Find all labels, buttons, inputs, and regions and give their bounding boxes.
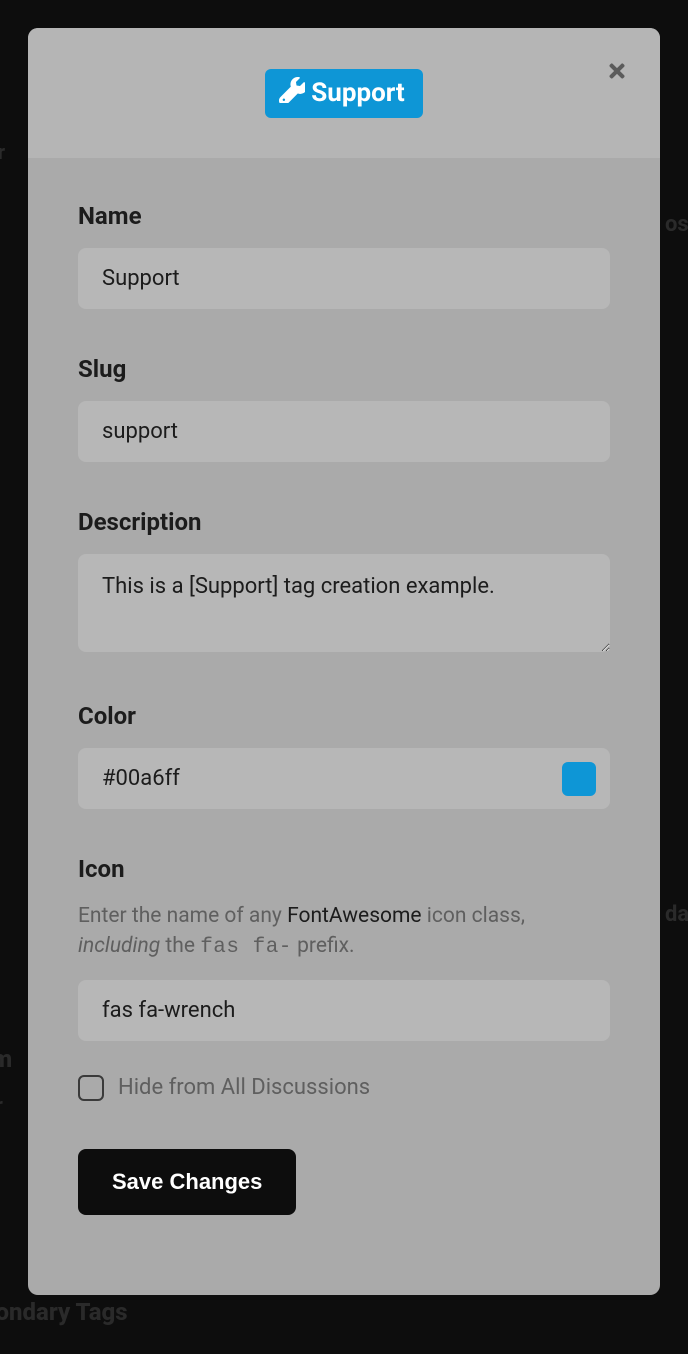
name-label: Name xyxy=(78,202,610,230)
name-input[interactable] xyxy=(78,248,610,309)
tag-preview-label: Support xyxy=(311,78,404,108)
description-input[interactable]: This is a [Support] tag creation example… xyxy=(78,554,610,652)
color-label: Color xyxy=(78,702,610,730)
background-text: os xyxy=(665,212,688,237)
description-group: Description This is a [Support] tag crea… xyxy=(78,508,610,656)
close-icon xyxy=(606,60,628,86)
icon-input[interactable] xyxy=(78,980,610,1041)
color-swatch[interactable] xyxy=(562,762,596,796)
slug-label: Slug xyxy=(78,355,610,383)
hide-checkbox-label: Hide from All Discussions xyxy=(118,1075,370,1100)
tag-preview-badge: Support xyxy=(265,69,422,118)
slug-input[interactable] xyxy=(78,401,610,462)
slug-group: Slug xyxy=(78,355,610,462)
icon-group: Icon Enter the name of any FontAwesome i… xyxy=(78,855,610,1041)
background-text: xir xyxy=(0,1093,3,1117)
modal-body: Name Slug Description This is a [Support… xyxy=(28,158,660,1295)
background-text: da xyxy=(665,902,688,927)
save-changes-button[interactable]: Save Changes xyxy=(78,1149,296,1215)
edit-tag-modal: Support Name Slug Description This is a … xyxy=(28,28,660,1295)
description-label: Description xyxy=(78,508,610,536)
background-text: rar xyxy=(0,140,5,164)
hide-checkbox-row[interactable]: Hide from All Discussions xyxy=(78,1075,610,1101)
color-input-row xyxy=(78,748,610,809)
hide-checkbox[interactable] xyxy=(78,1075,104,1101)
color-group: Color xyxy=(78,702,610,809)
icon-label: Icon xyxy=(78,855,610,883)
wrench-icon xyxy=(279,77,305,110)
color-input[interactable] xyxy=(78,748,562,809)
icon-help-text: Enter the name of any FontAwesome icon c… xyxy=(78,901,610,964)
close-button[interactable] xyxy=(602,58,632,88)
background-text: im xyxy=(0,1045,12,1073)
modal-header: Support xyxy=(28,28,660,158)
name-group: Name xyxy=(78,202,610,309)
background-text: econdary Tags xyxy=(0,1298,128,1326)
